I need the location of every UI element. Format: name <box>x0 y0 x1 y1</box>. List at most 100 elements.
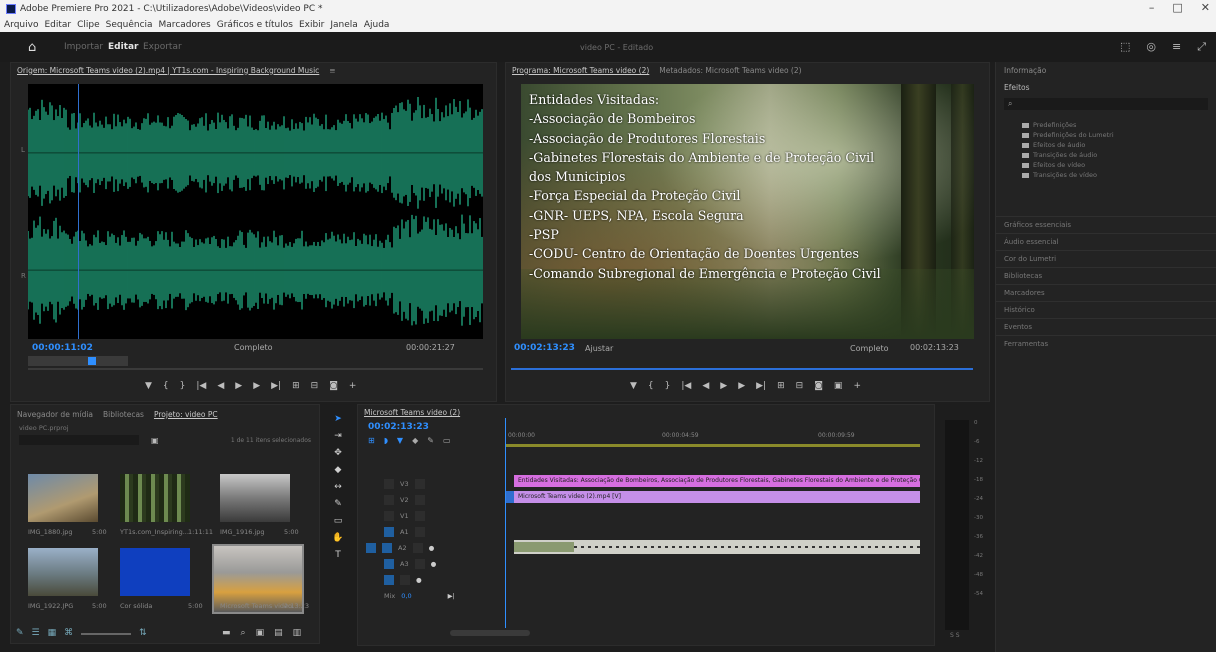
export-frame-icon[interactable]: ◙ <box>814 381 823 391</box>
clear-icon[interactable]: ▥ <box>293 628 302 638</box>
step-back-icon[interactable]: ◀ <box>217 381 224 391</box>
source-zoom-bar[interactable] <box>28 356 128 366</box>
panel-menu-icon[interactable]: ≡ <box>329 66 335 75</box>
target-toggle[interactable] <box>384 575 394 585</box>
step-forward-icon[interactable]: ▶ <box>253 381 260 391</box>
mark-out-icon[interactable]: } <box>665 381 671 391</box>
skip-icon[interactable]: ▶| <box>448 592 455 600</box>
goto-out-icon[interactable]: ▶| <box>271 381 281 391</box>
source-timecode[interactable]: 00:00:11:02 <box>32 343 93 353</box>
sort-icon[interactable]: ⇅ <box>139 628 147 638</box>
section-audio[interactable]: Áudio essencial <box>996 233 1216 250</box>
source-patch-toggle[interactable] <box>366 543 376 553</box>
list-view-icon[interactable]: ☰ <box>32 628 40 638</box>
compare-icon[interactable]: ▣ <box>834 381 843 391</box>
source-tab[interactable]: Origem: Microsoft Teams video (2).mp4 | … <box>17 66 319 75</box>
thumbnail-item[interactable] <box>28 474 98 522</box>
export-frame-icon[interactable]: ◙ <box>329 381 338 391</box>
tab-media-browser[interactable]: Navegador de mídia <box>17 410 93 419</box>
captions-icon[interactable]: ▭ <box>443 436 451 445</box>
program-timecode[interactable]: 00:02:13:23 <box>514 343 575 353</box>
menu-clipe[interactable]: Clipe <box>77 20 100 30</box>
effects-folder[interactable]: Efeitos de áudio <box>996 140 1216 150</box>
fullscreen-icon[interactable]: ⤢ <box>1197 40 1206 54</box>
marker-icon[interactable]: ◆ <box>412 436 418 445</box>
eye-toggle[interactable] <box>414 495 425 505</box>
timeline-timecode[interactable]: 00:02:13:23 <box>368 422 429 432</box>
section-graficos[interactable]: Gráficos essenciais <box>996 216 1216 233</box>
mic-icon[interactable]: ● <box>429 544 435 552</box>
section-lumetri[interactable]: Cor do Lumetri <box>996 250 1216 267</box>
thumbnail-item[interactable] <box>120 474 190 522</box>
thumbnail-item[interactable] <box>28 548 98 596</box>
eye-toggle[interactable] <box>414 479 425 489</box>
mic-icon[interactable]: ● <box>416 576 422 584</box>
effects-header[interactable]: Efeitos <box>996 79 1216 96</box>
source-fit[interactable]: Completo <box>234 343 273 352</box>
new-item-icon[interactable]: ▤ <box>274 628 283 638</box>
section-marcadores[interactable]: Marcadores <box>996 284 1216 301</box>
tab-editar[interactable]: Editar <box>108 42 139 52</box>
tab-importar[interactable]: Importar <box>64 42 103 52</box>
minimize-icon[interactable]: – <box>1149 1 1155 14</box>
settings-icon[interactable]: + <box>853 381 861 391</box>
mix-value[interactable]: 0,0 <box>401 592 411 600</box>
section-eventos[interactable]: Eventos <box>996 318 1216 335</box>
tab-project[interactable]: Projeto: video PC <box>154 410 218 419</box>
step-back-icon[interactable]: ◀ <box>702 381 709 391</box>
ripple-edit-icon[interactable]: ✥ <box>334 448 342 458</box>
hand-icon[interactable]: ▭ <box>334 516 343 526</box>
meter-solo-buttons[interactable]: S S <box>950 632 960 639</box>
audio-clip[interactable] <box>514 540 920 554</box>
selection-tool-icon[interactable]: ➤ <box>334 414 342 424</box>
play-icon[interactable]: ▶ <box>235 381 242 391</box>
program-fit-left[interactable]: Ajustar <box>585 344 613 353</box>
new-bin-icon[interactable]: ▣ <box>151 436 159 445</box>
lift-icon[interactable]: ⊞ <box>777 381 785 391</box>
zoom-slider[interactable] <box>81 633 132 635</box>
new-bin-icon[interactable]: ▣ <box>256 628 265 638</box>
menu-arquivo[interactable]: Arquivo <box>4 20 38 30</box>
home-icon[interactable]: ⌂ <box>28 40 42 55</box>
linked-icon[interactable]: ▼ <box>397 436 403 445</box>
lock-toggle[interactable] <box>384 511 394 521</box>
timeline-playhead[interactable] <box>505 418 506 628</box>
effects-search-input[interactable]: ⌕ <box>1004 98 1208 110</box>
overwrite-icon[interactable]: ⊟ <box>311 381 319 391</box>
slip-icon[interactable]: ↔ <box>334 482 342 492</box>
automate-icon[interactable]: ▬ <box>222 628 231 638</box>
waveform-display[interactable] <box>28 84 483 339</box>
eye-toggle[interactable] <box>414 511 425 521</box>
source-playhead[interactable] <box>78 84 79 339</box>
effects-folder[interactable]: Transições de vídeo <box>996 170 1216 180</box>
mark-out-icon[interactable]: } <box>180 381 186 391</box>
menu-janela[interactable]: Janela <box>330 20 357 30</box>
step-forward-icon[interactable]: ▶ <box>738 381 745 391</box>
nest-icon[interactable]: ⊞ <box>368 436 375 445</box>
pen-icon[interactable]: ✎ <box>334 499 342 509</box>
title-clip[interactable]: Entidades Visitadas: Associação de Bombe… <box>514 475 920 487</box>
video-clip[interactable]: Microsoft Teams video (2).mp4 [V] <box>514 491 920 503</box>
source-patch-toggle[interactable] <box>384 527 394 537</box>
section-ferramentas[interactable]: Ferramentas <box>996 335 1216 352</box>
mic-icon[interactable]: ● <box>431 560 437 568</box>
pencil-icon[interactable]: ✎ <box>16 628 24 638</box>
mute-toggle[interactable] <box>414 527 425 537</box>
marker-icon[interactable]: ▼ <box>630 381 637 391</box>
effects-folder[interactable]: Predefinições do Lumetri <box>996 130 1216 140</box>
progress-icon[interactable]: ◎ <box>1146 40 1156 54</box>
target-toggle[interactable] <box>384 559 394 569</box>
find-icon[interactable]: ⌕ <box>241 628 246 638</box>
maximize-icon[interactable]: □ <box>1172 1 1182 14</box>
razor-icon[interactable]: ◆ <box>335 465 342 475</box>
effects-folder[interactable]: Efeitos de vídeo <box>996 160 1216 170</box>
effects-folder[interactable]: Transições de áudio <box>996 150 1216 160</box>
snap-icon[interactable]: ◗ <box>384 436 388 445</box>
goto-in-icon[interactable]: |◀ <box>196 381 206 391</box>
mute-toggle[interactable] <box>414 559 425 569</box>
mute-toggle[interactable] <box>412 543 423 553</box>
workspace-menu-icon[interactable]: ≡ <box>1172 40 1181 54</box>
program-scrubber[interactable] <box>511 368 973 370</box>
extract-icon[interactable]: ⊟ <box>796 381 804 391</box>
section-historico[interactable]: Histórico <box>996 301 1216 318</box>
